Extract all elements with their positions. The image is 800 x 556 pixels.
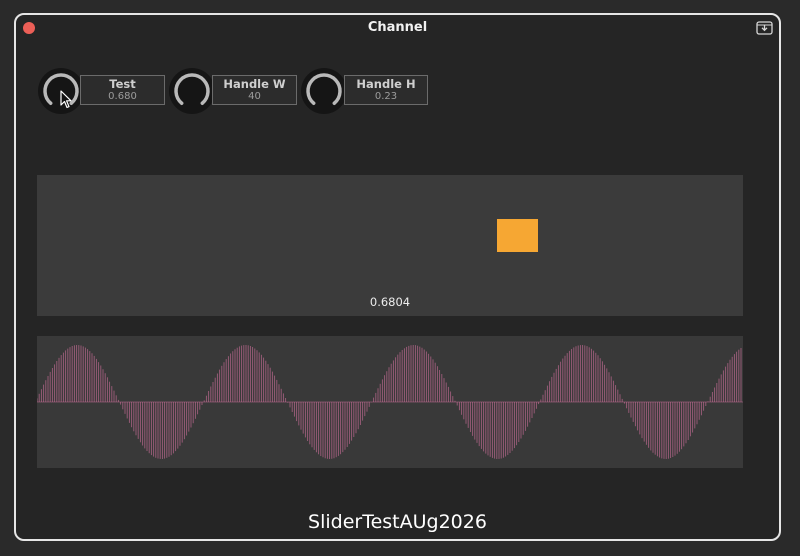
waveform-display xyxy=(37,336,743,468)
knob-handle-w[interactable] xyxy=(168,67,216,115)
param-handle-w-name: Handle W xyxy=(223,77,286,91)
param-handle-h-name: Handle H xyxy=(356,77,416,91)
param-handle-h-value: 0.23 xyxy=(374,91,398,102)
title-bar: Channel xyxy=(16,15,779,43)
xy-pad-handle[interactable] xyxy=(496,219,538,253)
knob-handle-h[interactable] xyxy=(300,67,348,115)
window-title: Channel xyxy=(367,20,428,35)
plugin-name-label: SliderTestAUg2026 xyxy=(308,511,487,533)
plugin-window: Channel Test 0.680 Handle W 40 Handle H … xyxy=(14,13,781,541)
knob-test[interactable] xyxy=(37,67,85,115)
param-handle-h-box[interactable]: Handle H 0.23 xyxy=(344,75,428,105)
param-test-value: 0.680 xyxy=(108,91,137,102)
param-test-box[interactable]: Test 0.680 xyxy=(80,75,165,105)
param-handle-w-box[interactable]: Handle W 40 xyxy=(212,75,297,105)
param-handle-w-value: 40 xyxy=(248,91,261,102)
xy-pad-value: 0.6804 xyxy=(369,295,411,309)
download-tray-icon[interactable] xyxy=(756,20,773,35)
xy-pad[interactable]: 0.6804 xyxy=(37,175,743,316)
param-test-name: Test xyxy=(109,77,136,91)
waveform-lines xyxy=(37,345,743,459)
